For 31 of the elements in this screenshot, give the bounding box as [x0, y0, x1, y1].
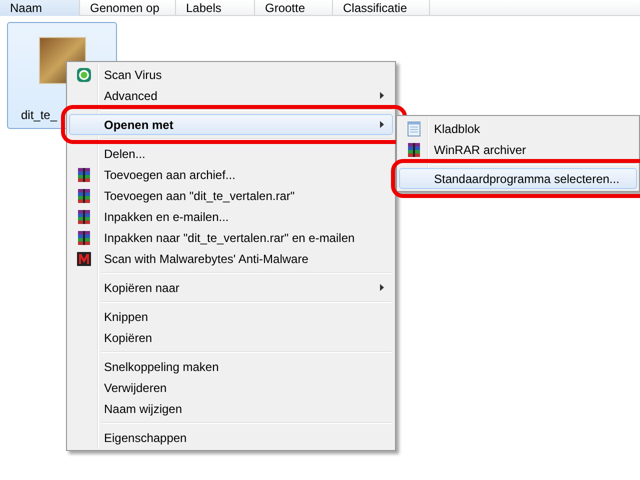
menu-item[interactable]: Verwijderen [69, 377, 393, 398]
column-header[interactable]: Grootte [255, 0, 333, 16]
menu-item[interactable]: Toevoegen aan archief... [69, 164, 393, 185]
books-icon [406, 142, 422, 158]
menu-item[interactable]: Kladblok [399, 118, 637, 139]
disc-icon [76, 66, 92, 82]
books-icon [76, 208, 92, 224]
menu-item[interactable]: Inpakken en e-mailen... [69, 206, 393, 227]
books-icon [76, 166, 92, 182]
menu-item[interactable]: Snelkoppeling maken [69, 356, 393, 377]
books-icon [76, 188, 92, 204]
menu-item[interactable]: Toevoegen aan "dit_te_vertalen.rar" [69, 185, 393, 206]
menu-item[interactable]: Scan with Malwarebytes' Anti-Malware [69, 248, 393, 269]
menu-item[interactable]: Inpakken naar "dit_te_vertalen.rar" en e-mailen [69, 227, 393, 248]
menu-item[interactable]: Naam wijzigen [69, 398, 393, 419]
column-header[interactable]: Genomen op [80, 0, 176, 16]
notepad-icon [406, 120, 422, 136]
books-icon [76, 230, 92, 246]
menu-item[interactable]: Delen... [69, 143, 393, 164]
column-header[interactable]: Classificatie [333, 0, 430, 16]
column-header[interactable]: Labels [176, 0, 255, 16]
column-header[interactable]: Naam [0, 0, 80, 16]
menu-item[interactable]: Kopiëren naar [69, 277, 393, 298]
menu-item[interactable]: Standaardprogramma selecteren... [399, 168, 637, 189]
menu-item[interactable]: Kopiëren [69, 327, 393, 348]
m-logo-icon [76, 250, 92, 266]
file-name: dit_te_ [21, 107, 58, 124]
menu-item[interactable]: WinRAR archiver [399, 139, 637, 160]
menu-item[interactable]: Eigenschappen [69, 427, 393, 448]
menu-item[interactable]: Knippen [69, 306, 393, 327]
menu-item[interactable]: Openen met [69, 114, 393, 135]
